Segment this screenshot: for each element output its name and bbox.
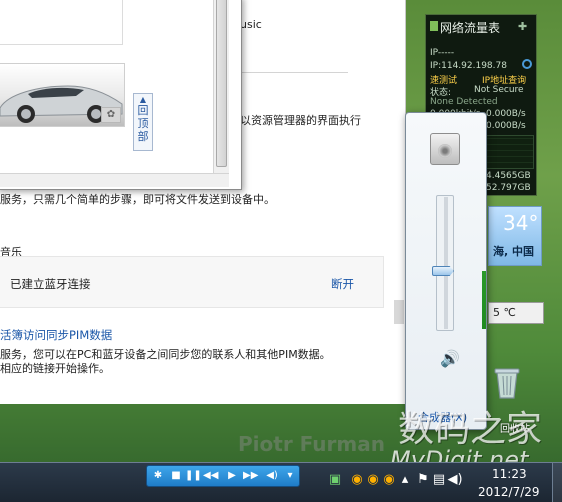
pim-sync-link[interactable]: 活簿访问同步PIM数据 — [0, 327, 112, 343]
temperature-widget: 5 ℃ — [488, 302, 544, 324]
net-rate-2: 0.000B/s — [486, 109, 526, 119]
pim-description-line-2: 相应的链接开始操作。 — [0, 362, 110, 375]
preview-dialog: ✿ ▲ 回 顶 部 — [0, 0, 242, 190]
chevron-up-icon[interactable]: ▴ — [396, 471, 414, 489]
net-gadget-title: 网络流量表 — [440, 21, 501, 35]
volume-slider-thumb[interactable] — [432, 266, 454, 276]
weather-location: 海, 中国 — [493, 245, 535, 258]
play-icon[interactable]: ▶ — [225, 469, 239, 483]
music-connection-box: 已建立蓝牙连接 断开 — [0, 256, 384, 308]
back-to-top-char-2: 顶 — [137, 117, 149, 130]
recycle-bin-icon[interactable] — [492, 366, 522, 399]
dropdown-icon[interactable]: ▾ — [283, 469, 297, 483]
pause-icon[interactable]: ❚❚ — [185, 469, 202, 483]
temperature-value: 5 ℃ — [493, 306, 516, 319]
back-to-top-char-1: 回 — [137, 104, 149, 117]
net-total-1: 4.4565GB — [486, 171, 531, 181]
network-icon — [430, 21, 438, 31]
weather-temperature: 34° — [503, 211, 539, 235]
volume-mixer-popup: 🔊 合成器(X) — [405, 112, 487, 430]
dialog-scroll-thumb[interactable] — [216, 0, 227, 167]
net-ip-value: IP:114.92.198.78 — [430, 61, 507, 71]
speaker-device-icon[interactable] — [430, 133, 460, 165]
up-arrow-icon: ▲ — [139, 95, 147, 104]
watermark-name: Piotr Furman — [238, 432, 385, 456]
disconnect-link[interactable]: 断开 — [331, 276, 354, 292]
watermark-chinese: 数码之家 — [398, 409, 543, 450]
bt-connected-status: 已建立蓝牙连接 — [10, 277, 91, 291]
clock-time[interactable]: 11:23 — [492, 467, 527, 481]
dialog-horizontal-scrollbar[interactable] — [0, 173, 229, 187]
net-total-2: 52.797GB — [486, 183, 531, 193]
traffic-graph — [486, 135, 534, 169]
show-desktop-button[interactable] — [552, 463, 562, 502]
music-text-fragment: usic — [240, 18, 262, 31]
speaker-mute-icon[interactable]: 🔊 — [440, 349, 460, 368]
taskbar: ✱ ■ ❚❚ ◀◀ ▶ ▶▶ ◀) ▾ ▣ ◉ ◉ ◉ ▴ ⚑ ▤ ◀) 11:… — [0, 462, 562, 502]
paw-icon[interactable]: ✿ — [101, 107, 121, 123]
stop-icon[interactable]: ■ — [169, 469, 183, 483]
volume-level-meter — [444, 197, 486, 329]
back-to-top-button[interactable]: ▲ 回 顶 部 — [133, 93, 153, 151]
volume-icon[interactable]: ◀) — [265, 469, 279, 483]
weather-gadget[interactable]: 34° 海, 中国 — [488, 206, 542, 266]
dialog-content-box — [0, 0, 123, 45]
green-app-icon[interactable]: ▣ — [326, 471, 344, 489]
net-rate-3: 0.000B/s — [486, 121, 526, 131]
media-player-toolbar: ✱ ■ ❚❚ ◀◀ ▶ ▶▶ ◀) ▾ — [146, 465, 300, 487]
refresh-icon[interactable] — [522, 59, 532, 69]
bluetooth-icon[interactable]: ✱ — [151, 469, 165, 483]
back-to-top-char-3: 部 — [137, 130, 149, 143]
net-nd-value: None Detected — [430, 97, 498, 107]
forward-icon[interactable]: ▶▶ — [243, 469, 258, 483]
dialog-vertical-scrollbar[interactable] — [213, 0, 229, 173]
volume-level-fill — [482, 271, 486, 329]
divider — [240, 72, 348, 73]
settings-icon[interactable]: ✚ — [518, 20, 527, 33]
volume-tray-icon[interactable]: ◀) — [446, 471, 464, 489]
scrollbar-thumb[interactable] — [394, 300, 404, 324]
explorer-text: 以资源管理器的界面执行 — [240, 114, 361, 127]
clock-date[interactable]: 2012/7/29 — [478, 485, 540, 499]
rewind-icon[interactable]: ◀◀ — [203, 469, 218, 483]
steps-text: 服务，只需几个简单的步骤，即可将文件发送到设备中。 — [0, 193, 275, 206]
net-ip-label: IP----- — [430, 48, 455, 58]
net-security-value: Not Secure — [474, 85, 524, 95]
